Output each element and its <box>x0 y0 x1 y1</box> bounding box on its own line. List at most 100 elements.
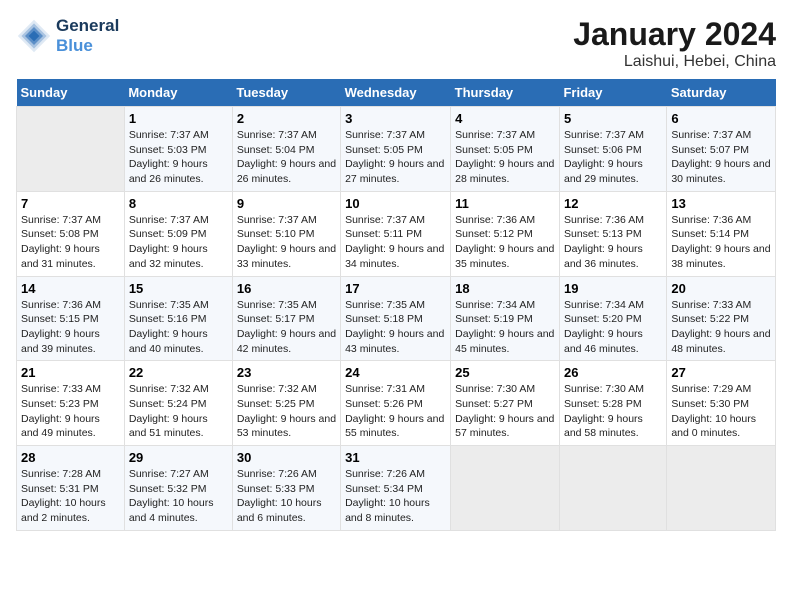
day-info: Sunrise: 7:31 AMSunset: 5:26 PMDaylight:… <box>345 382 446 441</box>
day-info: Sunrise: 7:30 AMSunset: 5:28 PMDaylight:… <box>564 382 662 441</box>
day-number: 4 <box>455 111 555 126</box>
calendar-cell: 15 Sunrise: 7:35 AMSunset: 5:16 PMDayligh… <box>124 276 232 361</box>
day-info: Sunrise: 7:32 AMSunset: 5:25 PMDaylight:… <box>237 382 336 441</box>
day-info: Sunrise: 7:35 AMSunset: 5:18 PMDaylight:… <box>345 298 446 357</box>
day-number: 25 <box>455 365 555 380</box>
day-number: 17 <box>345 281 446 296</box>
weekday-header-wednesday: Wednesday <box>341 79 451 107</box>
weekday-header-monday: Monday <box>124 79 232 107</box>
weekday-header-tuesday: Tuesday <box>232 79 340 107</box>
day-number: 13 <box>671 196 771 211</box>
day-number: 11 <box>455 196 555 211</box>
month-title: January 2024 <box>573 16 776 53</box>
logo: General Blue <box>16 16 119 56</box>
calendar-cell: 23 Sunrise: 7:32 AMSunset: 5:25 PMDayligh… <box>232 361 340 446</box>
location: Laishui, Hebei, China <box>573 53 776 71</box>
calendar-cell: 18 Sunrise: 7:34 AMSunset: 5:19 PMDayligh… <box>451 276 560 361</box>
day-info: Sunrise: 7:26 AMSunset: 5:33 PMDaylight:… <box>237 467 336 526</box>
calendar-cell: 2Sunrise: 7:37 AMSunset: 5:04 PMDaylight… <box>232 107 340 192</box>
day-number: 10 <box>345 196 446 211</box>
day-info: Sunrise: 7:37 AMSunset: 5:06 PMDaylight:… <box>564 128 662 187</box>
calendar-cell: 26 Sunrise: 7:30 AMSunset: 5:28 PMDayligh… <box>559 361 666 446</box>
day-info: Sunrise: 7:33 AMSunset: 5:23 PMDaylight:… <box>21 382 120 441</box>
calendar-cell: 5 Sunrise: 7:37 AMSunset: 5:06 PMDaylight… <box>559 107 666 192</box>
day-info: Sunrise: 7:37 AMSunset: 5:03 PMDaylight:… <box>129 128 228 187</box>
day-number: 23 <box>237 365 336 380</box>
day-info: Sunrise: 7:34 AMSunset: 5:19 PMDaylight:… <box>455 298 555 357</box>
calendar-cell <box>559 446 666 531</box>
day-number: 2 <box>237 111 336 126</box>
page-header: General Blue January 2024 Laishui, Hebei… <box>16 16 776 71</box>
day-number: 3 <box>345 111 446 126</box>
day-info: Sunrise: 7:27 AMSunset: 5:32 PMDaylight:… <box>129 467 228 526</box>
day-info: Sunrise: 7:36 AMSunset: 5:14 PMDaylight:… <box>671 213 771 272</box>
day-info: Sunrise: 7:37 AMSunset: 5:10 PMDaylight:… <box>237 213 336 272</box>
day-info: Sunrise: 7:34 AMSunset: 5:20 PMDaylight:… <box>564 298 662 357</box>
day-info: Sunrise: 7:32 AMSunset: 5:24 PMDaylight:… <box>129 382 228 441</box>
day-number: 1 <box>129 111 228 126</box>
day-number: 15 <box>129 281 228 296</box>
calendar-cell: 8 Sunrise: 7:37 AMSunset: 5:09 PMDaylight… <box>124 191 232 276</box>
calendar-cell: 22Sunrise: 7:32 AMSunset: 5:24 PMDayligh… <box>124 361 232 446</box>
calendar-cell: 17 Sunrise: 7:35 AMSunset: 5:18 PMDayligh… <box>341 276 451 361</box>
day-number: 27 <box>671 365 771 380</box>
day-info: Sunrise: 7:37 AMSunset: 5:05 PMDaylight:… <box>455 128 555 187</box>
day-info: Sunrise: 7:29 AMSunset: 5:30 PMDaylight:… <box>671 382 771 441</box>
calendar-week-1: 1 Sunrise: 7:37 AMSunset: 5:03 PMDaylight… <box>17 107 776 192</box>
day-info: Sunrise: 7:37 AMSunset: 5:07 PMDaylight:… <box>671 128 771 187</box>
calendar-cell: 12Sunrise: 7:36 AMSunset: 5:13 PMDayligh… <box>559 191 666 276</box>
calendar-body: 1 Sunrise: 7:37 AMSunset: 5:03 PMDaylight… <box>17 107 776 531</box>
day-number: 28 <box>21 450 120 465</box>
calendar-cell <box>451 446 560 531</box>
day-info: Sunrise: 7:37 AMSunset: 5:09 PMDaylight:… <box>129 213 228 272</box>
calendar-cell: 19 Sunrise: 7:34 AMSunset: 5:20 PMDayligh… <box>559 276 666 361</box>
day-info: Sunrise: 7:35 AMSunset: 5:17 PMDaylight:… <box>237 298 336 357</box>
calendar-cell: 1 Sunrise: 7:37 AMSunset: 5:03 PMDaylight… <box>124 107 232 192</box>
day-number: 8 <box>129 196 228 211</box>
calendar-cell: 6 Sunrise: 7:37 AMSunset: 5:07 PMDaylight… <box>667 107 776 192</box>
calendar-cell: 24 Sunrise: 7:31 AMSunset: 5:26 PMDayligh… <box>341 361 451 446</box>
day-number: 29 <box>129 450 228 465</box>
calendar-cell: 13 Sunrise: 7:36 AMSunset: 5:14 PMDayligh… <box>667 191 776 276</box>
calendar-table: SundayMondayTuesdayWednesdayThursdayFrid… <box>16 79 776 531</box>
day-info: Sunrise: 7:36 AMSunset: 5:15 PMDaylight:… <box>21 298 120 357</box>
day-number: 19 <box>564 281 662 296</box>
calendar-week-4: 21Sunrise: 7:33 AMSunset: 5:23 PMDayligh… <box>17 361 776 446</box>
calendar-cell: 20Sunrise: 7:33 AMSunset: 5:22 PMDayligh… <box>667 276 776 361</box>
day-number: 6 <box>671 111 771 126</box>
day-number: 5 <box>564 111 662 126</box>
day-number: 16 <box>237 281 336 296</box>
day-info: Sunrise: 7:37 AMSunset: 5:11 PMDaylight:… <box>345 213 446 272</box>
calendar-cell: 21Sunrise: 7:33 AMSunset: 5:23 PMDayligh… <box>17 361 125 446</box>
calendar-cell: 16 Sunrise: 7:35 AMSunset: 5:17 PMDayligh… <box>232 276 340 361</box>
weekday-header-thursday: Thursday <box>451 79 560 107</box>
calendar-week-2: 7 Sunrise: 7:37 AMSunset: 5:08 PMDaylight… <box>17 191 776 276</box>
calendar-cell: 31Sunrise: 7:26 AMSunset: 5:34 PMDayligh… <box>341 446 451 531</box>
day-number: 30 <box>237 450 336 465</box>
weekday-header-friday: Friday <box>559 79 666 107</box>
calendar-cell: 3 Sunrise: 7:37 AMSunset: 5:05 PMDaylight… <box>341 107 451 192</box>
day-info: Sunrise: 7:35 AMSunset: 5:16 PMDaylight:… <box>129 298 228 357</box>
day-number: 9 <box>237 196 336 211</box>
day-info: Sunrise: 7:37 AMSunset: 5:05 PMDaylight:… <box>345 128 446 187</box>
day-info: Sunrise: 7:37 AMSunset: 5:08 PMDaylight:… <box>21 213 120 272</box>
calendar-cell: 9 Sunrise: 7:37 AMSunset: 5:10 PMDaylight… <box>232 191 340 276</box>
weekday-header-saturday: Saturday <box>667 79 776 107</box>
calendar-cell: 14 Sunrise: 7:36 AMSunset: 5:15 PMDayligh… <box>17 276 125 361</box>
day-info: Sunrise: 7:30 AMSunset: 5:27 PMDaylight:… <box>455 382 555 441</box>
calendar-cell: 30 Sunrise: 7:26 AMSunset: 5:33 PMDayligh… <box>232 446 340 531</box>
calendar-week-5: 28Sunrise: 7:28 AMSunset: 5:31 PMDayligh… <box>17 446 776 531</box>
day-number: 18 <box>455 281 555 296</box>
day-number: 31 <box>345 450 446 465</box>
day-number: 7 <box>21 196 120 211</box>
day-number: 26 <box>564 365 662 380</box>
calendar-cell <box>17 107 125 192</box>
calendar-cell: 29 Sunrise: 7:27 AMSunset: 5:32 PMDayligh… <box>124 446 232 531</box>
day-number: 24 <box>345 365 446 380</box>
calendar-week-3: 14 Sunrise: 7:36 AMSunset: 5:15 PMDayligh… <box>17 276 776 361</box>
day-number: 14 <box>21 281 120 296</box>
weekday-header-sunday: Sunday <box>17 79 125 107</box>
calendar-cell: 27 Sunrise: 7:29 AMSunset: 5:30 PMDayligh… <box>667 361 776 446</box>
day-info: Sunrise: 7:36 AMSunset: 5:13 PMDaylight:… <box>564 213 662 272</box>
logo-icon <box>16 18 52 54</box>
